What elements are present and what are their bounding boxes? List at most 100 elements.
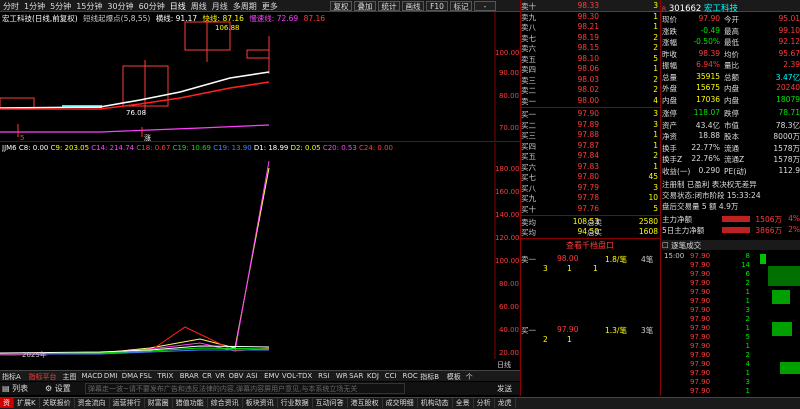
ask-row[interactable]: 卖十 98.33 3 xyxy=(521,1,658,11)
stat-row: 涨跌 -0.49 最高 99.10 xyxy=(662,25,800,36)
stock-code: 301662 xyxy=(668,4,702,13)
indicator-tab[interactable]: CCI xyxy=(385,372,403,381)
bottom-tab[interactable]: 扩展K xyxy=(14,398,40,408)
period-tab[interactable]: 15分钟 xyxy=(76,1,102,11)
indicator-tab[interactable]: VOL-TDX xyxy=(282,372,318,381)
indicator-tab[interactable]: RSI xyxy=(318,372,336,381)
indicator-tab[interactable]: 个 xyxy=(466,372,478,381)
period-tab[interactable]: 周线 xyxy=(191,1,207,11)
bottom-tab[interactable]: 全景 xyxy=(453,398,474,408)
indicator-tab[interactable]: 指标平台 xyxy=(29,372,63,381)
toolbar-button[interactable]: 统计 xyxy=(378,1,400,11)
bid-row[interactable]: 买六 97.83 1 xyxy=(521,162,658,172)
indicator-plot[interactable] xyxy=(0,143,520,359)
indicator-tab[interactable]: WR xyxy=(336,372,349,381)
bottom-tab[interactable]: 行业数据 xyxy=(278,398,313,408)
indicator-tab[interactable]: ASI xyxy=(246,372,264,381)
bottom-tab[interactable]: 猎值功能 xyxy=(173,398,208,408)
avg-bid-row: 买均 94.50 总买 1608 xyxy=(521,227,658,237)
indicator-tab[interactable]: 指标B xyxy=(420,372,447,381)
indicator-tab[interactable]: KDJ xyxy=(367,372,385,381)
period-tab[interactable]: 更多 xyxy=(262,1,278,11)
bottom-tab[interactable]: 港互股权 xyxy=(348,398,383,408)
bid-row[interactable]: 买四 97.87 1 xyxy=(521,141,658,151)
bottom-tab[interactable]: 资 xyxy=(0,398,14,408)
bottom-tab[interactable]: 资金流向 xyxy=(75,398,110,408)
ask-row[interactable]: 卖六 98.15 2 xyxy=(521,43,658,53)
toolbar-button[interactable]: 画线 xyxy=(402,1,424,11)
bid-row[interactable]: 买七 97.80 45 xyxy=(521,172,658,182)
bottom-tab[interactable]: 财富圈 xyxy=(145,398,173,408)
stock-tags: 注册制 已盈利 表决权无差异 xyxy=(662,180,757,189)
bid-row[interactable]: 买一 97.90 3 xyxy=(521,109,658,119)
bid-row[interactable]: 买九 97.78 10 xyxy=(521,193,658,203)
send-button[interactable]: 发送 xyxy=(497,383,519,393)
ask-row[interactable]: 卖八 98.21 1 xyxy=(521,22,658,32)
bid-row[interactable]: 买十 97.76 5 xyxy=(521,204,658,214)
bid-row[interactable]: 买二 97.89 3 xyxy=(521,120,658,130)
bid-row[interactable]: 买三 97.88 1 xyxy=(521,130,658,140)
indicator-tab[interactable]: EMV xyxy=(264,372,282,381)
indicator-tab[interactable]: 指标A xyxy=(2,372,29,381)
bottom-tab[interactable]: 分析 xyxy=(474,398,495,408)
period-tab[interactable]: 5分钟 xyxy=(50,1,71,11)
indicator-tab[interactable]: SAR xyxy=(349,372,367,381)
period-tab[interactable]: 分时 xyxy=(3,1,19,11)
high-annotation: 106.88 xyxy=(215,24,240,32)
period-tab[interactable]: 月线 xyxy=(212,1,228,11)
stock-heading: R 301662 宏工科技 xyxy=(662,4,739,13)
ask-row[interactable]: 卖九 98.30 1 xyxy=(521,12,658,22)
period-tab[interactable]: 60分钟 xyxy=(139,1,165,11)
indicator-tab[interactable]: DMA xyxy=(122,372,140,381)
ask-row[interactable]: 卖一 98.00 4 xyxy=(521,96,658,106)
toolbar-button[interactable]: F10 xyxy=(426,1,448,11)
danmaku-bar: ▤ 列表 ⚙ 设置 弹幕走一波~请不要发布广告和违反法律的内容,弹幕内容屏用户意… xyxy=(0,382,520,395)
ticks-title[interactable]: ☐ 逐笔成交 xyxy=(662,240,800,250)
indicator-tab[interactable]: VR xyxy=(215,372,228,381)
stat-row: 昨收 98.39 均价 95.67 xyxy=(662,48,800,59)
list-button[interactable]: ▤ 列表 xyxy=(2,383,42,394)
indicator-tab[interactable]: 模板 xyxy=(447,372,466,381)
ask-row[interactable]: 卖五 98.10 5 xyxy=(521,54,658,64)
depth-title[interactable]: 查看千档盘口 xyxy=(566,240,646,250)
bottom-tab[interactable]: 互动问答 xyxy=(313,398,348,408)
ask-row[interactable]: 卖七 98.19 2 xyxy=(521,33,658,43)
toolbar-button[interactable]: 复权 xyxy=(330,1,352,11)
stat-row: 换手 22.77% 流通 1578万 xyxy=(662,142,800,153)
indicator-tab[interactable]: ROC xyxy=(403,372,421,381)
indicator-tab[interactable]: 主图 xyxy=(63,372,82,381)
indicator-tab[interactable]: DMI xyxy=(104,372,122,381)
indicator-tab[interactable]: CR xyxy=(202,372,215,381)
bottom-tab[interactable]: 板块资讯 xyxy=(243,398,278,408)
bottom-tab[interactable]: 机构动态 xyxy=(418,398,453,408)
danmaku-input[interactable]: 弹幕走一波~请不要发布广告和违反法律的内容,弹幕内容屏用户意见,与本系统立场无关 xyxy=(85,383,405,394)
toolbar-button[interactable]: - xyxy=(474,1,496,11)
toolbar-buttons: 复权 叠加 统计 画线 F10 标记 - xyxy=(330,0,520,11)
indicator-tab[interactable]: TRIX xyxy=(157,372,179,381)
bid-row[interactable]: 买八 97.79 3 xyxy=(521,183,658,193)
period-tab[interactable]: 30分钟 xyxy=(107,1,133,11)
ask-row[interactable]: 卖三 98.03 2 xyxy=(521,75,658,85)
indicator-tab[interactable]: FSL xyxy=(140,372,158,381)
bid-row[interactable]: 买五 97.84 2 xyxy=(521,151,658,161)
period-tab[interactable]: 日线 xyxy=(170,1,186,11)
ask-row[interactable]: 卖四 98.06 1 xyxy=(521,64,658,74)
period-tab[interactable]: 多周期 xyxy=(233,1,257,11)
indicator-tick: 120.00 xyxy=(495,234,519,242)
candlestick-plot[interactable] xyxy=(0,12,520,142)
bottom-tab[interactable]: 龙虎 xyxy=(495,398,516,408)
bottom-tab[interactable]: 综合资讯 xyxy=(208,398,243,408)
ask-row[interactable]: 卖二 98.02 2 xyxy=(521,85,658,95)
toolbar-button[interactable]: 标记 xyxy=(450,1,472,11)
daily-label[interactable]: 日线 xyxy=(497,360,519,369)
bottom-tab[interactable]: 成交明细 xyxy=(383,398,418,408)
indicator-tab[interactable]: MACD xyxy=(82,372,104,381)
bottom-tab[interactable]: 关联报价 xyxy=(40,398,75,408)
settings-button[interactable]: ⚙ 设置 xyxy=(45,383,85,394)
toolbar-button[interactable]: 叠加 xyxy=(354,1,376,11)
depth-ask: 卖一 98.00 1.8/笔 4笔 3 1 1 xyxy=(521,254,654,273)
indicator-tab[interactable]: OBV xyxy=(229,372,247,381)
bottom-tab[interactable]: 运营排行 xyxy=(110,398,145,408)
indicator-tab[interactable]: BRAR xyxy=(180,372,202,381)
period-tab[interactable]: 1分钟 xyxy=(24,1,45,11)
